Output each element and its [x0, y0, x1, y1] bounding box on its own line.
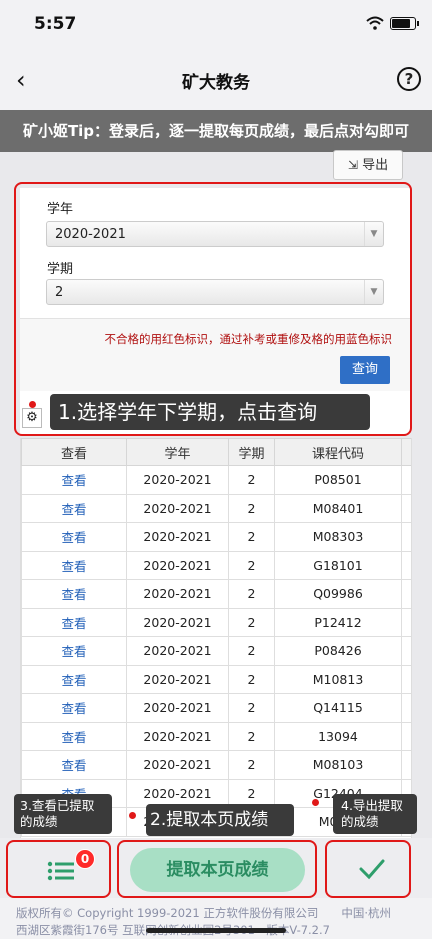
table-cell-extra [401, 693, 411, 723]
table-cell: 2 [228, 636, 275, 666]
table-cell: 2 [228, 493, 275, 523]
page-title: 矿大教务 [182, 73, 250, 93]
table-cell-extra [401, 465, 411, 495]
table-cell-extra [401, 579, 411, 609]
step3-tooltip: 3.查看已提取的成绩 [14, 794, 112, 834]
view-link[interactable]: 查看 [21, 750, 127, 780]
help-button[interactable]: ? [397, 67, 421, 91]
gear-icon[interactable]: ⚙ [22, 408, 42, 428]
table-cell-extra [401, 550, 411, 580]
table-cell: 2 [228, 750, 275, 780]
view-link[interactable]: 查看 [21, 522, 127, 552]
table-cell-extra [401, 607, 411, 637]
view-link[interactable]: 查看 [21, 493, 127, 523]
table-row: 查看 2020-2021 2 Q09986 [21, 579, 411, 609]
table-header-row: 查看 学年 学期 课程代码 [21, 438, 411, 466]
table-row: 查看 2020-2021 2 Q14115 [21, 693, 411, 723]
marker-dot [129, 812, 136, 819]
view-link[interactable]: 查看 [21, 550, 127, 580]
table-cell: 2020-2021 [126, 750, 229, 780]
table-cell: Q14115 [274, 693, 402, 723]
check-icon[interactable] [359, 858, 385, 880]
table-cell: 2020-2021 [126, 664, 229, 694]
wifi-icon [366, 16, 384, 30]
table-row: 查看 2020-2021 2 P08501 [21, 465, 411, 495]
table-row: 查看 2020-2021 2 M10813 [21, 664, 411, 694]
table-cell: M08401 [274, 493, 402, 523]
table-cell: G18101 [274, 550, 402, 580]
table-cell: 13094 [274, 721, 402, 751]
column-header: 查看 [21, 438, 127, 466]
export-label: 导出 [362, 158, 389, 173]
table-row: 查看 2020-2021 2 13094 [21, 721, 411, 751]
marker-dot [312, 799, 319, 806]
view-link[interactable]: 查看 [21, 579, 127, 609]
table-cell: 2020-2021 [126, 693, 229, 723]
table-cell: 2 [228, 579, 275, 609]
table-cell: 2 [228, 465, 275, 495]
view-link[interactable]: 查看 [21, 636, 127, 666]
table-cell: 2020-2021 [126, 550, 229, 580]
table-cell: M08303 [274, 522, 402, 552]
view-link[interactable]: 查看 [21, 693, 127, 723]
table-cell: 2 [228, 607, 275, 637]
table-row: 查看 2020-2021 2 M08103 [21, 750, 411, 780]
table-cell-extra [401, 664, 411, 694]
table-cell: M10813 [274, 664, 402, 694]
step1-tooltip: 1.选择学年下学期，点击查询 [50, 394, 370, 430]
battery-icon [390, 17, 419, 30]
table-cell-extra [401, 493, 411, 523]
table-cell-extra [401, 522, 411, 552]
table-cell-extra [401, 750, 411, 780]
status-time: 5:57 [34, 14, 77, 34]
table-cell: 2 [228, 522, 275, 552]
table-cell-extra [401, 721, 411, 751]
table-row: 查看 2020-2021 2 G18101 [21, 550, 411, 580]
table-row: 查看 2020-2021 2 M08303 [21, 522, 411, 552]
table-cell: P08501 [274, 465, 402, 495]
export-icon: ⇲ [347, 158, 358, 172]
view-link[interactable]: 查看 [21, 465, 127, 495]
table-cell: 2020-2021 [126, 579, 229, 609]
column-header: 学年 [126, 438, 229, 466]
table-cell: 2020-2021 [126, 721, 229, 751]
tip-banner: 矿小姬Tip：登录后，逐一提取每页成绩，最后点对勾即可 [0, 110, 432, 152]
extracted-count-badge: 0 [75, 849, 95, 869]
step4-tooltip: 4.导出提取的成绩 [333, 794, 417, 834]
table-cell: 2 [228, 721, 275, 751]
table-row: 查看 2020-2021 2 P08426 [21, 636, 411, 666]
table-row: 查看 2020-2021 2 M08401 [21, 493, 411, 523]
table-cell: 2020-2021 [126, 522, 229, 552]
table-cell: 2020-2021 [126, 607, 229, 637]
copyright-line: 版权所有© Copyright 1999-2021 正方软件股份有限公司 中国·… [16, 906, 391, 920]
view-link[interactable]: 查看 [21, 664, 127, 694]
table-row: 查看 2020-2021 2 P12412 [21, 607, 411, 637]
marker-dot [29, 401, 36, 408]
table-cell: 2020-2021 [126, 493, 229, 523]
grades-table: 查看 学年 学期 课程代码 查看 2020-2021 2 P08501 查看 2020-2… [20, 438, 412, 838]
column-header-extra [401, 438, 411, 466]
list-icon[interactable] [47, 861, 75, 881]
column-header: 学期 [228, 438, 275, 466]
step2-tooltip: 2.提取本页成绩 [146, 804, 294, 836]
export-button[interactable]: ⇲ 导出 [333, 150, 403, 180]
table-cell: 2 [228, 693, 275, 723]
extract-page-grades-button[interactable]: 提取本页成绩 [130, 848, 305, 892]
view-link[interactable]: 查看 [21, 721, 127, 751]
view-link[interactable]: 查看 [21, 607, 127, 637]
table-cell: P08426 [274, 636, 402, 666]
table-cell: 2 [228, 664, 275, 694]
table-cell: M08103 [274, 750, 402, 780]
table-cell: Q09986 [274, 579, 402, 609]
copyright-footer: 版权所有© Copyright 1999-2021 正方软件股份有限公司 中国·… [0, 905, 432, 939]
back-button[interactable]: ‹ [16, 66, 26, 94]
table-cell: P12412 [274, 607, 402, 637]
table-cell: 2020-2021 [126, 465, 229, 495]
table-cell-extra [401, 636, 411, 666]
home-indicator [146, 928, 286, 933]
table-cell: 2020-2021 [126, 636, 229, 666]
column-header: 课程代码 [274, 438, 402, 466]
table-cell: 2 [228, 550, 275, 580]
